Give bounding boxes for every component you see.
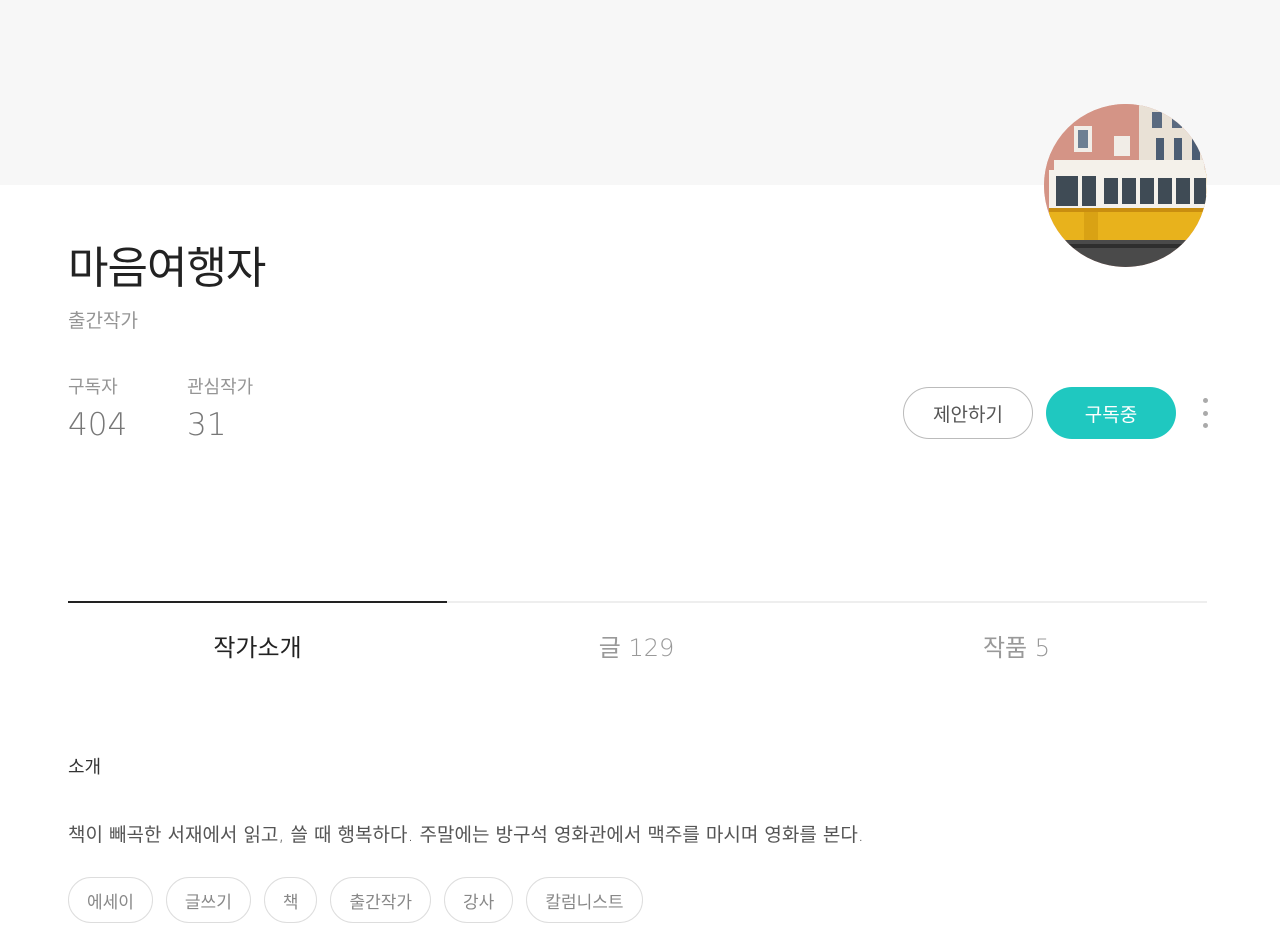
intro-heading: 소개 [68, 757, 102, 778]
following-stat[interactable]: 관심작가 31 [187, 375, 253, 446]
author-role: 출간작가 [68, 310, 138, 332]
subscribers-count: 404 [68, 407, 128, 443]
subscribers-stat[interactable]: 구독자 404 [68, 375, 127, 446]
keyword-tag[interactable]: 책 [263, 877, 318, 923]
following-label: 관심작가 [187, 377, 254, 398]
intro-text: 책이 빼곡한 서재에서 읽고, 쓸 때 행복하다. 주말에는 방구석 영화관에서… [68, 824, 864, 846]
keyword-tag[interactable]: 에세이 [68, 877, 153, 923]
author-name: 마음여행자 [68, 243, 266, 294]
keyword-tag[interactable]: 강사 [444, 877, 514, 923]
tab-posts[interactable]: 글 129 [447, 625, 826, 671]
propose-button[interactable]: 제안하기 [903, 387, 1033, 439]
more-dot [1202, 423, 1208, 428]
active-tab-indicator [68, 601, 447, 603]
keyword-list: 에세이 글쓰기 책 출간작가 강사 칼럼니스트 [68, 877, 643, 923]
tab-works[interactable]: 작품 5 [827, 625, 1206, 671]
keyword-tag[interactable]: 출간작가 [330, 877, 432, 923]
more-vertical-icon[interactable] [1196, 395, 1214, 431]
keyword-tag[interactable]: 칼럼니스트 [526, 877, 643, 923]
more-dot [1202, 398, 1208, 403]
profile-avatar[interactable] [1044, 104, 1207, 267]
following-count: 31 [187, 407, 227, 443]
tab-author-intro[interactable]: 작가소개 [68, 625, 447, 671]
subscribers-label: 구독자 [68, 377, 118, 398]
subscribed-button[interactable]: 구독중 [1046, 387, 1176, 439]
keyword-tag[interactable]: 글쓰기 [165, 877, 251, 923]
more-dot [1202, 410, 1208, 416]
avatar-tram-image [1044, 104, 1207, 267]
